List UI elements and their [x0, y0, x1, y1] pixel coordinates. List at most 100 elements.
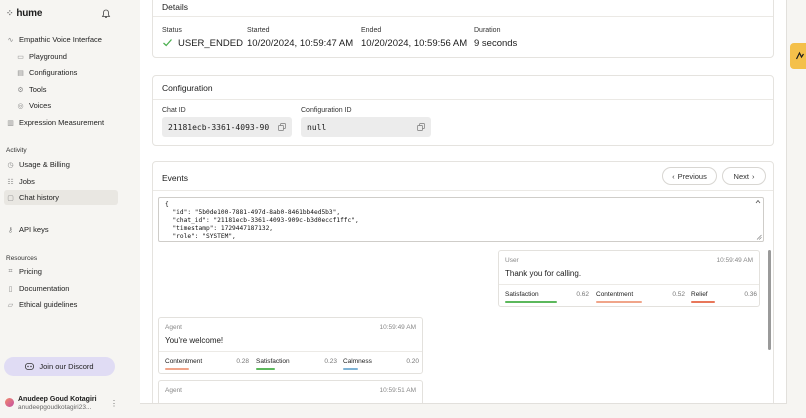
message-role: Agent — [165, 324, 182, 331]
status-value: USER_ENDED — [178, 38, 243, 49]
emotion-score: Satisfaction 0.62 — [505, 291, 589, 305]
chat-id-field[interactable]: 21181ecb-3361-4093-90 — [162, 117, 292, 137]
nav-label: API keys — [19, 225, 49, 234]
nav-pricing[interactable]: ⌗ Pricing — [4, 264, 118, 279]
divider — [153, 190, 773, 191]
hume-logo-icon — [795, 51, 804, 60]
event-json-viewer[interactable]: { "id": "5b0de100-7881-497d-8ab0-8461bb4… — [158, 197, 764, 242]
nav-label: Chat history — [19, 193, 60, 202]
resize-handle-icon[interactable] — [756, 234, 762, 240]
nav-label: Tools — [29, 85, 47, 94]
chart-icon: ▥ — [7, 119, 14, 127]
sidebar: ⁘ hume ∿ Empathic Voice Interface ▭ Play… — [0, 0, 122, 418]
nav-api-keys[interactable]: ⚷ API keys — [4, 222, 118, 237]
previous-button[interactable]: ‹ Previous — [662, 167, 717, 185]
agent-message: Agent 10:59:51 AM — [158, 380, 423, 403]
chat-icon: ▢ — [7, 194, 14, 202]
events-title: Events — [162, 173, 188, 183]
nav-label: Voices — [29, 101, 52, 110]
duration-value: 9 seconds — [474, 38, 518, 49]
nav-label: Empathic Voice Interface — [19, 35, 102, 44]
next-button[interactable]: Next › — [722, 167, 766, 185]
tag-icon: ⌗ — [8, 267, 13, 275]
nav-label: Pricing — [19, 267, 42, 276]
nav-label: Expression Measurement — [19, 118, 105, 127]
nav-voices[interactable]: ◎ Voices — [14, 98, 118, 113]
nav-empathic-voice-interface[interactable]: ∿ Empathic Voice Interface — [4, 32, 118, 47]
previous-label: Previous — [677, 171, 707, 181]
nav-documentation[interactable]: ▯ Documentation — [4, 281, 118, 296]
clock-icon: ◷ — [7, 161, 14, 169]
configuration-title: Configuration — [162, 83, 213, 93]
nav-tools[interactable]: ⚙ Tools — [14, 82, 118, 97]
json-line: "id": "5b0de100-7881-497d-8ab0-8461bb4ed… — [165, 209, 341, 216]
discord-label: Join our Discord — [39, 362, 94, 371]
nav-label: Playground — [29, 52, 67, 61]
user-menu[interactable]: Anudeep Goud Kotagiri anudeepgoudkotagir… — [4, 394, 118, 414]
scroll-up-icon[interactable] — [755, 199, 761, 205]
configurations-icon: ▤ — [17, 69, 24, 77]
playground-icon: ▭ — [17, 53, 24, 61]
ended-label: Ended — [361, 27, 382, 34]
logo-mark-icon: ⁘ — [6, 8, 14, 18]
copy-icon[interactable] — [278, 123, 286, 131]
emotion-bar — [343, 368, 359, 370]
nav-label: Usage & Billing — [19, 160, 70, 169]
emotion-name: Contentment — [165, 358, 203, 365]
check-icon — [163, 39, 172, 47]
emotion-bar — [256, 368, 275, 370]
discord-icon — [25, 363, 35, 370]
brand-name: hume — [16, 8, 43, 19]
guidelines-icon: ▱ — [7, 301, 14, 309]
avatar — [5, 398, 14, 407]
nav-label: Ethical guidelines — [19, 300, 78, 309]
copy-icon[interactable] — [417, 123, 425, 131]
message-time: 10:59:49 AM — [716, 257, 754, 264]
emotion-value: 0.52 — [672, 291, 685, 298]
nav-expression-measurement[interactable]: ▥ Expression Measurement — [4, 115, 118, 130]
configuration-id-value: null — [307, 122, 327, 132]
hume-logo[interactable]: ⁘ hume — [6, 8, 42, 19]
emotion-value: 0.20 — [406, 358, 419, 365]
nav-configurations[interactable]: ▤ Configurations — [14, 65, 118, 80]
section-activity: Activity — [6, 147, 27, 154]
message-role: Agent — [165, 387, 182, 394]
hume-assistant-button[interactable] — [790, 43, 806, 69]
json-line: "chat_id": "21181ecb-3361-4093-909c-b3d0… — [165, 217, 359, 224]
chevron-right-icon: › — [751, 171, 755, 181]
emotion-name: Calmness — [343, 358, 372, 365]
bell-icon[interactable] — [101, 9, 111, 19]
nav-usage-billing[interactable]: ◷ Usage & Billing — [4, 157, 118, 172]
emotion-scores: Contentment 0.28 Satisfaction 0.23 Calmn… — [159, 351, 422, 375]
main-panel: Details Status USER_ENDED Started 10/20/… — [140, 0, 787, 404]
nav-jobs[interactable]: ☷ Jobs — [4, 174, 118, 189]
events-scrollbar[interactable] — [768, 250, 771, 350]
book-icon: ▯ — [8, 285, 13, 293]
configuration-id-field[interactable]: null — [301, 117, 431, 137]
json-line: { — [165, 201, 169, 208]
emotion-score: Satisfaction 0.23 — [256, 358, 337, 372]
message-text: Thank you for calling. — [505, 269, 582, 278]
nav-chat-history[interactable]: ▢ Chat history — [4, 190, 118, 205]
emotion-bar — [165, 368, 189, 370]
nav-label: Documentation — [19, 284, 70, 293]
emotion-name: Satisfaction — [505, 291, 539, 298]
section-resources: Resources — [6, 255, 38, 262]
next-label: Next — [733, 171, 749, 181]
details-title: Details — [162, 2, 188, 12]
nav-playground[interactable]: ▭ Playground — [14, 49, 118, 64]
configuration-id-label: Configuration ID — [301, 107, 352, 114]
events-card: Events ‹ Previous Next › { "id": "5b0de1… — [152, 161, 774, 403]
started-label: Started — [247, 27, 270, 34]
nav-ethical-guidelines[interactable]: ▱ Ethical guidelines — [4, 297, 118, 312]
join-discord-button[interactable]: Join our Discord — [4, 357, 115, 376]
divider — [153, 16, 773, 17]
message-text: You're welcome! — [165, 336, 224, 345]
message-role: User — [505, 257, 519, 264]
emotion-score: Contentment 0.28 — [165, 358, 249, 372]
more-vertical-icon[interactable]: ⋮ — [110, 399, 118, 408]
agent-message: Agent 10:59:49 AM You're welcome! Conten… — [158, 317, 423, 374]
voice-wave-icon: ∿ — [7, 36, 14, 44]
jobs-icon: ☷ — [7, 178, 14, 186]
emotion-bar — [691, 301, 715, 303]
